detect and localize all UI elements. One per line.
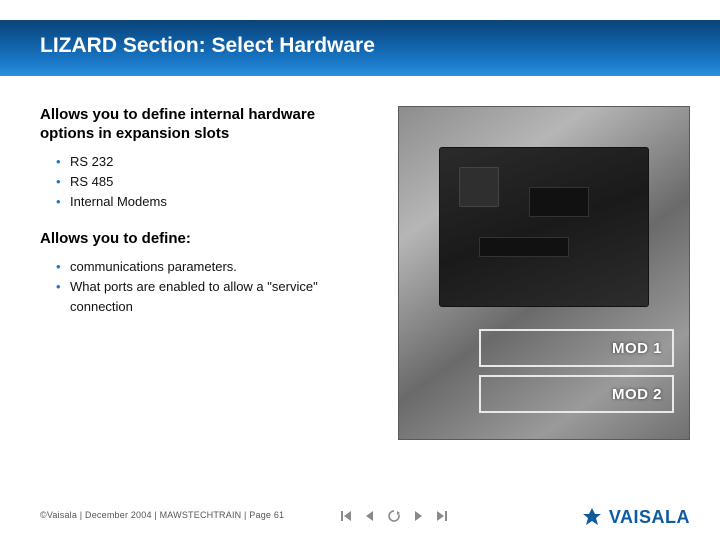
mod1-callout: MOD 1 — [479, 329, 674, 367]
mod2-label: MOD 2 — [612, 386, 662, 403]
prev-slide-button[interactable] — [364, 510, 376, 522]
hardware-photo: MOD 1 MOD 2 — [398, 106, 690, 440]
footer-text: ©Vaisala | December 2004 | MAWSTECHTRAIN… — [40, 510, 284, 520]
section1-heading: Allows you to define internal hardware o… — [40, 106, 370, 144]
mod1-label: MOD 1 — [612, 340, 662, 357]
list-item: RS 485 — [56, 172, 370, 192]
chip-icon — [529, 187, 589, 217]
title-band: LIZARD Section: Select Hardware — [0, 20, 720, 76]
chip-icon — [479, 237, 569, 257]
content-column: Allows you to define internal hardware o… — [40, 106, 370, 335]
slide-title: LIZARD Section: Select Hardware — [40, 34, 375, 58]
refresh-button[interactable] — [388, 510, 400, 522]
section2-heading: Allows you to define: — [40, 230, 370, 249]
list-item: RS 232 — [56, 152, 370, 172]
next-slide-button[interactable] — [412, 510, 424, 522]
last-slide-button[interactable] — [436, 510, 448, 522]
vaisala-logo: VAISALA — [581, 506, 690, 528]
list-item: What ports are enabled to allow a "servi… — [56, 277, 370, 317]
section1-list: RS 232 RS 485 Internal Modems — [56, 152, 370, 212]
slide-nav — [340, 510, 448, 522]
logo-mark-icon — [581, 506, 603, 528]
list-item: Internal Modems — [56, 192, 370, 212]
list-item: communications parameters. — [56, 257, 370, 277]
mod2-callout: MOD 2 — [479, 375, 674, 413]
section2-list: communications parameters. What ports ar… — [56, 257, 370, 317]
first-slide-button[interactable] — [340, 510, 352, 522]
logo-text: VAISALA — [609, 507, 690, 528]
board-sticker — [459, 167, 499, 207]
